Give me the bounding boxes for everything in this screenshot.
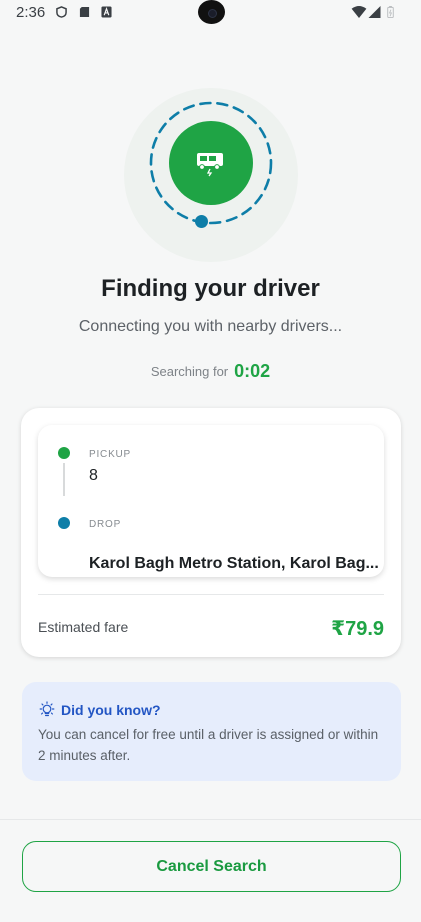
search-timer: Searching for 0:02 (0, 361, 421, 382)
auto-rickshaw-icon (197, 153, 223, 177)
timer-label: Searching for (150, 364, 229, 379)
drop-label: DROP (89, 519, 122, 530)
battery-icon (387, 6, 394, 18)
front-camera (198, 0, 225, 24)
status-bar: 2:36 (0, 0, 421, 26)
pickup-label: PICKUP (89, 449, 132, 460)
wifi-icon (351, 6, 367, 18)
footer-divider (0, 819, 421, 820)
cancel-search-button[interactable]: Cancel Search (22, 841, 401, 892)
search-progress-dot (195, 215, 208, 228)
timer-value: 0:02 (234, 361, 271, 381)
pickup-marker-icon (58, 447, 70, 459)
fare-label: Estimated fare (38, 619, 129, 635)
card-divider (38, 594, 384, 595)
drop-marker-icon (58, 517, 70, 529)
info-title: Did you know? (61, 702, 161, 718)
pickup-address: 8 (89, 467, 98, 484)
lightbulb-icon (39, 701, 55, 717)
sd-card-icon (79, 6, 90, 18)
page-subtitle: Connecting you with nearby drivers... (78, 318, 343, 335)
status-time: 2:36 (16, 4, 46, 21)
trip-summary-card: PICKUP 8 DROP Karol Bagh Metro Station, … (21, 408, 401, 657)
page-title: Finding your driver (101, 275, 320, 302)
info-tip-box: Did you know? You can cancel for free un… (22, 682, 401, 781)
app-a-icon (101, 6, 112, 18)
route-connector (63, 463, 65, 496)
shield-icon (56, 6, 67, 18)
signal-icon (368, 6, 381, 18)
fare-value: ₹79.9 (331, 618, 384, 640)
info-text: You can cancel for free until a driver i… (38, 727, 379, 763)
drop-address: Karol Bagh Metro Station, Karol Bag... (89, 555, 379, 572)
route-details: PICKUP 8 DROP Karol Bagh Metro Station, … (38, 425, 384, 577)
